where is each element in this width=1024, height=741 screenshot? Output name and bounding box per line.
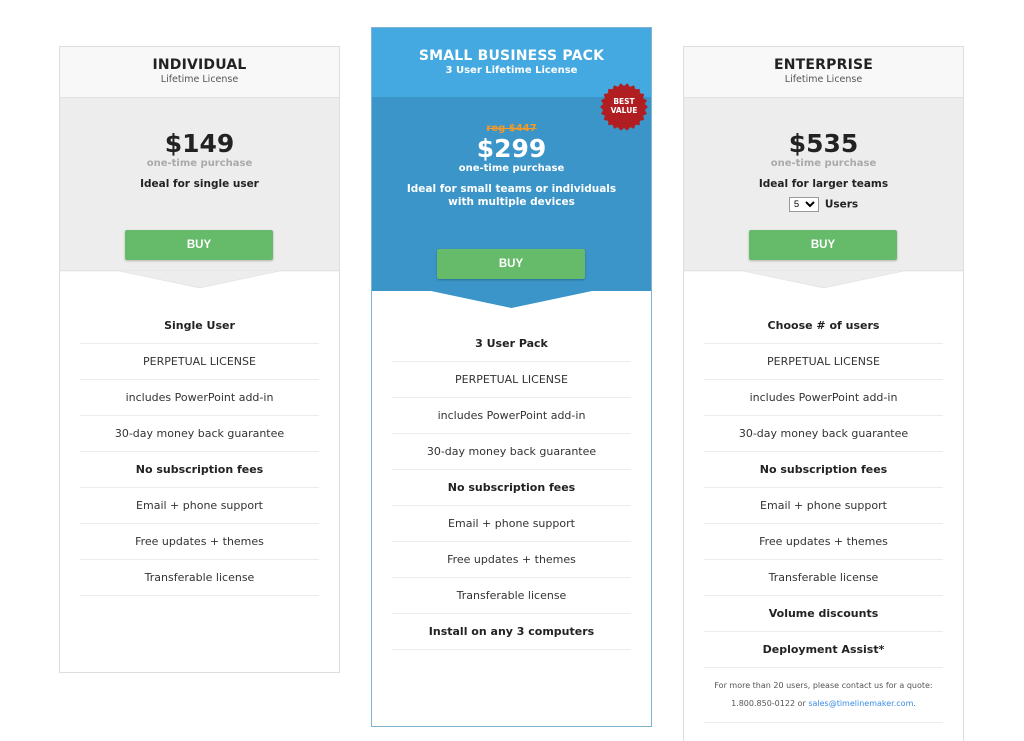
plan-subtitle: Lifetime License: [784, 74, 863, 85]
card-header: INDIVIDUAL Lifetime License: [60, 47, 339, 98]
users-label: Users: [824, 198, 859, 211]
feature-item: Transferable license: [80, 560, 319, 596]
badge-line-1: BEST: [613, 97, 635, 106]
feature-item: Free updates + themes: [704, 524, 943, 560]
plan-price: $299: [476, 134, 547, 163]
feature-item: No subscription fees: [80, 452, 319, 488]
plan-title: ENTERPRISE: [773, 57, 874, 73]
plan-subtitle: 3 User Lifetime License: [445, 65, 578, 76]
feature-item: No subscription fees: [704, 452, 943, 488]
users-count-select[interactable]: 5: [788, 197, 819, 212]
buy-button-enterprise[interactable]: BUY: [749, 230, 897, 260]
users-selector-row: 5 Users: [684, 197, 963, 212]
feature-item: Choose # of users: [704, 308, 943, 344]
price-note: one-time purchase: [146, 158, 253, 169]
feature-item: Deployment Assist*: [704, 632, 943, 668]
plan-price: $535: [788, 129, 859, 158]
feature-item: includes PowerPoint add-in: [704, 380, 943, 416]
feature-item: PERPETUAL LICENSE: [704, 344, 943, 380]
feature-list: Single User PERPETUAL LICENSE includes Pow…: [80, 308, 319, 596]
plan-title: INDIVIDUAL: [152, 57, 247, 73]
feature-item: Email + phone support: [392, 506, 631, 542]
price-note: one-time purchase: [458, 163, 565, 174]
sales-phone: 1.800.850-0122 or: [731, 699, 809, 708]
feature-item: includes PowerPoint add-in: [80, 380, 319, 416]
feature-item: 30-day money back guarantee: [704, 416, 943, 452]
sales-email-link[interactable]: sales@timelinemaker.com: [808, 699, 913, 708]
arrow-divider: [60, 270, 339, 290]
arrow-divider: [372, 290, 651, 310]
card-header: ENTERPRISE Lifetime License: [684, 47, 963, 98]
feature-list: Choose # of users PERPETUAL LICENSE includ…: [704, 308, 943, 723]
feature-item: 3 User Pack: [392, 326, 631, 362]
feature-item: Volume discounts: [704, 596, 943, 632]
feature-item: Free updates + themes: [392, 542, 631, 578]
feature-item: Email + phone support: [704, 488, 943, 524]
price-area: $149 one-time purchase Ideal for single …: [60, 98, 339, 271]
feature-list: 3 User Pack PERPETUAL LICENSE includes Pow…: [392, 326, 631, 650]
price-area: $535 one-time purchase Ideal for larger …: [684, 98, 963, 271]
feature-item: PERPETUAL LICENSE: [80, 344, 319, 380]
plan-ideal-for: Ideal for single user: [140, 178, 259, 190]
plan-title: SMALL BUSINESS PACK: [418, 48, 605, 64]
feature-item: Free updates + themes: [80, 524, 319, 560]
feature-item: 30-day money back guarantee: [80, 416, 319, 452]
pricing-card-small-business: SMALL BUSINESS PACK 3 User Lifetime Lice…: [371, 27, 652, 727]
feature-item: Email + phone support: [80, 488, 319, 524]
feature-item: PERPETUAL LICENSE: [392, 362, 631, 398]
feature-item: Transferable license: [704, 560, 943, 596]
feature-item: 30-day money back guarantee: [392, 434, 631, 470]
badge-line-2: VALUE: [610, 106, 638, 115]
price-note: one-time purchase: [770, 158, 877, 169]
pricing-card-enterprise: ENTERPRISE Lifetime License $535 one-tim…: [683, 46, 964, 741]
plan-price: $149: [164, 129, 235, 158]
plan-ideal-for: Ideal for small teams or individuals wit…: [406, 183, 617, 208]
feature-item: Install on any 3 computers: [392, 614, 631, 650]
plan-subtitle: Lifetime License: [160, 74, 239, 85]
plan-ideal-for: Ideal for larger teams: [758, 178, 889, 190]
feature-item: No subscription fees: [392, 470, 631, 506]
best-value-badge: BEST VALUE: [599, 82, 649, 132]
feature-item: Single User: [80, 308, 319, 344]
feature-item: includes PowerPoint add-in: [392, 398, 631, 434]
feature-item: Transferable license: [392, 578, 631, 614]
buy-button-small-business[interactable]: BUY: [437, 249, 585, 279]
quote-note: For more than 20 users, please contact u…: [704, 668, 943, 723]
arrow-divider: [684, 270, 963, 290]
pricing-card-individual: INDIVIDUAL Lifetime License $149 one-tim…: [59, 46, 340, 673]
buy-button-individual[interactable]: BUY: [125, 230, 273, 260]
quote-text: For more than 20 users, please contact u…: [714, 681, 933, 690]
